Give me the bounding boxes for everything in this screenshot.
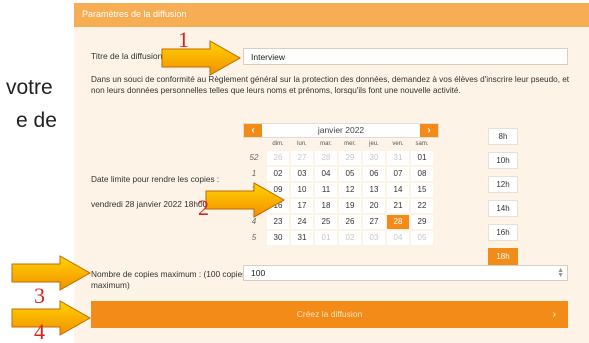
week-number: 5 bbox=[251, 233, 257, 242]
week-number: 52 bbox=[249, 153, 259, 162]
calendar-header: ‹ janvier 2022 › bbox=[243, 123, 439, 138]
annotation-number-1: 1 bbox=[178, 27, 189, 52]
calendar-day[interactable]: 27 bbox=[291, 151, 313, 165]
max-copies-value: 100 bbox=[251, 268, 266, 278]
background-text-2: e de bbox=[16, 109, 57, 132]
prev-month-button[interactable]: ‹ bbox=[244, 124, 262, 137]
weekday-header: mer. bbox=[344, 141, 356, 147]
hour-option[interactable]: 10h bbox=[488, 152, 518, 169]
calendar-day[interactable]: 08 bbox=[411, 167, 433, 181]
calendar-day[interactable]: 17 bbox=[291, 199, 313, 213]
weekday-header: mar. bbox=[320, 141, 332, 147]
calendar-day[interactable]: 14 bbox=[387, 183, 409, 197]
annotation-arrow-3-icon bbox=[11, 255, 92, 291]
calendar-day[interactable]: 27 bbox=[363, 215, 385, 229]
calendar-day[interactable]: 02 bbox=[339, 231, 361, 245]
calendar-day[interactable]: 10 bbox=[291, 183, 313, 197]
calendar-day[interactable]: 29 bbox=[339, 151, 361, 165]
weekday-header: jeu. bbox=[369, 141, 379, 147]
weekday-header: ven. bbox=[392, 141, 404, 147]
calendar-day[interactable]: 03 bbox=[363, 231, 385, 245]
deadline-value: vendredi 28 janvier 2022 18h00 bbox=[91, 199, 208, 209]
calendar-day[interactable]: 07 bbox=[387, 167, 409, 181]
title-input[interactable] bbox=[243, 48, 568, 65]
screenshot: votre e de Paramètres de la diffusion Ti… bbox=[0, 0, 589, 343]
calendar-day[interactable]: 22 bbox=[411, 199, 433, 213]
calendar-day[interactable]: 06 bbox=[363, 167, 385, 181]
calendar-day[interactable]: 30 bbox=[363, 151, 385, 165]
annotation-arrow-4-icon bbox=[11, 300, 92, 336]
calendar-day[interactable]: 20 bbox=[363, 199, 385, 213]
calendar-day-selected[interactable]: 28 bbox=[387, 215, 409, 229]
background-text-1: votre bbox=[6, 76, 53, 99]
annotation-number-4: 4 bbox=[34, 319, 45, 343]
calendar-day[interactable]: 15 bbox=[411, 183, 433, 197]
hour-option[interactable]: 14h bbox=[488, 200, 518, 217]
max-copies-input[interactable]: 100 ▲ ▼ bbox=[243, 265, 568, 281]
max-copies-label: Nombre de copies maximum : (100 copies m… bbox=[91, 269, 247, 290]
calendar-day[interactable]: 13 bbox=[363, 183, 385, 197]
calendar-day[interactable]: 31 bbox=[291, 231, 313, 245]
calendar-day[interactable]: 05 bbox=[411, 231, 433, 245]
calendar-day[interactable]: 19 bbox=[339, 199, 361, 213]
week-column-header bbox=[243, 140, 265, 149]
calendar-day[interactable]: 12 bbox=[339, 183, 361, 197]
calendar-day[interactable]: 26 bbox=[267, 151, 289, 165]
calendar-day[interactable]: 11 bbox=[315, 183, 337, 197]
weekday-header: sam. bbox=[415, 141, 429, 147]
panel-header: Paramètres de la diffusion bbox=[74, 3, 589, 27]
calendar-day[interactable]: 29 bbox=[411, 215, 433, 229]
calendar-day[interactable]: 24 bbox=[291, 215, 313, 229]
calendar-day[interactable]: 30 bbox=[267, 231, 289, 245]
calendar-day[interactable]: 03 bbox=[291, 167, 313, 181]
hour-picker: 8h 10h 12h 14h 16h 18h bbox=[488, 128, 518, 272]
hour-option[interactable]: 16h bbox=[488, 224, 518, 241]
calendar-day[interactable]: 31 bbox=[387, 151, 409, 165]
calendar-month-title[interactable]: janvier 2022 bbox=[262, 124, 420, 137]
title-label: Titre de la diffusion bbox=[91, 51, 163, 61]
gdpr-notice: Dans un souci de conformité au Règlement… bbox=[91, 75, 570, 95]
annotation-arrow-1-icon bbox=[161, 40, 242, 76]
calendar-day[interactable]: 18 bbox=[315, 199, 337, 213]
hour-option-selected[interactable]: 18h bbox=[488, 248, 518, 265]
create-broadcast-button[interactable]: Créez la diffusion › bbox=[91, 301, 568, 328]
calendar-day[interactable]: 21 bbox=[387, 199, 409, 213]
calendar-day[interactable]: 04 bbox=[315, 167, 337, 181]
weekday-header: lun. bbox=[297, 141, 307, 147]
hour-option[interactable]: 12h bbox=[488, 176, 518, 193]
annotation-arrow-2-icon bbox=[205, 182, 286, 218]
calendar-day[interactable]: 04 bbox=[387, 231, 409, 245]
next-month-button[interactable]: › bbox=[420, 124, 438, 137]
annotation-number-3: 3 bbox=[34, 283, 45, 308]
calendar-day[interactable]: 05 bbox=[339, 167, 361, 181]
calendar-day[interactable]: 26 bbox=[339, 215, 361, 229]
hour-option[interactable]: 8h bbox=[488, 128, 518, 145]
chevron-right-icon: › bbox=[552, 309, 556, 320]
calendar-day[interactable]: 02 bbox=[267, 167, 289, 181]
annotation-number-2: 2 bbox=[198, 195, 209, 220]
deadline-label: Date limite pour rendre les copies : bbox=[91, 174, 220, 184]
calendar-day[interactable]: 01 bbox=[315, 231, 337, 245]
calendar-day[interactable]: 25 bbox=[315, 215, 337, 229]
weekday-header: dim. bbox=[272, 141, 284, 147]
create-broadcast-label: Créez la diffusion bbox=[296, 309, 363, 319]
week-number: 1 bbox=[251, 169, 257, 178]
broadcast-settings-panel: Paramètres de la diffusion Titre de la d… bbox=[74, 3, 589, 343]
calendar-day[interactable]: 01 bbox=[411, 151, 433, 165]
stepper-icon[interactable]: ▲ ▼ bbox=[557, 267, 564, 279]
calendar-day[interactable]: 28 bbox=[315, 151, 337, 165]
